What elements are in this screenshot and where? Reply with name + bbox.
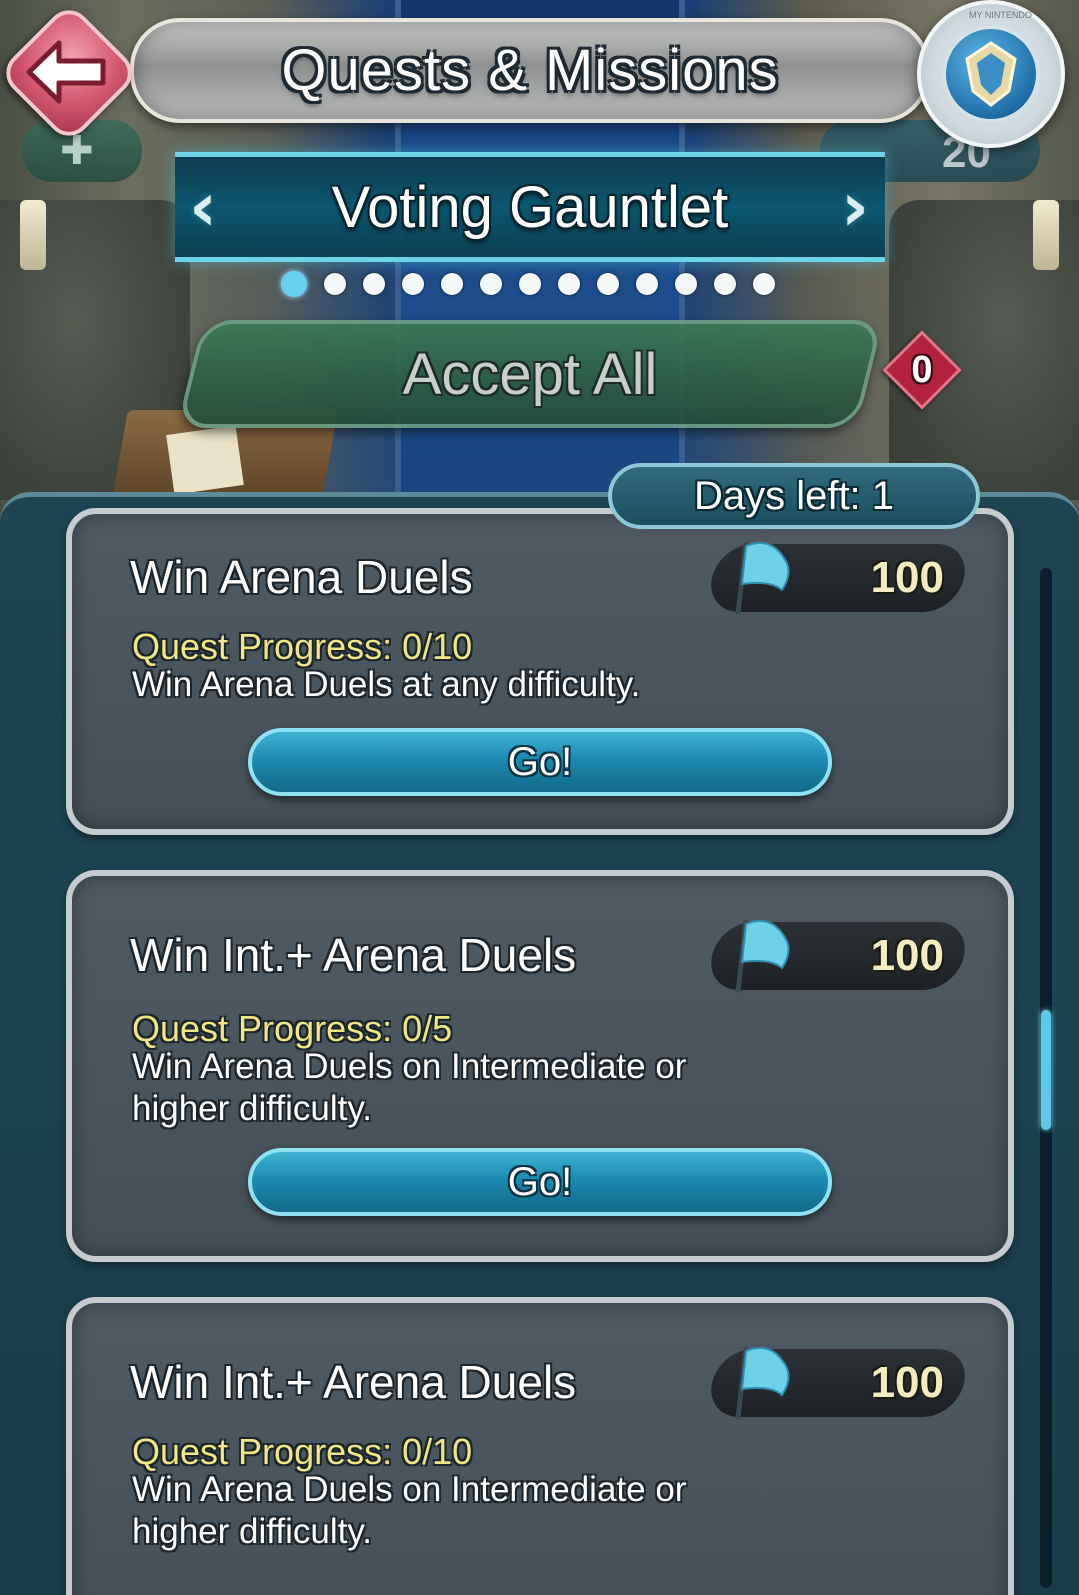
my-nintendo-button[interactable]: MY NINTENDO — [917, 0, 1065, 148]
reward-value: 100 — [870, 931, 944, 980]
candle-right — [1033, 200, 1059, 270]
accept-count: 0 — [911, 348, 933, 391]
next-page-chevron-icon[interactable]: › — [820, 160, 890, 255]
page-dot[interactable] — [281, 271, 307, 297]
page-dot[interactable] — [597, 273, 619, 295]
quest-description: Win Arena Duels on Intermediate or highe… — [132, 1047, 687, 1128]
quest-progress: Quest Progress: 0/10 — [132, 1431, 473, 1472]
scrollbar-thumb[interactable] — [1041, 1010, 1051, 1130]
page-dot[interactable] — [675, 273, 697, 295]
quest-progress: Quest Progress: 0/5 — [132, 1008, 453, 1049]
page-dot[interactable] — [402, 273, 424, 295]
reward-value: 100 — [870, 1358, 944, 1407]
page-title-plate: Quests & Missions — [130, 18, 930, 123]
days-left-badge: Days left: 1 — [608, 463, 980, 529]
nintendo-emblem-icon — [943, 26, 1039, 122]
quest-card: Win Int.+ Arena Duels 100 Quest Progress… — [66, 870, 1014, 1262]
quest-progress: Quest Progress: 0/10 — [132, 626, 473, 667]
background-note — [166, 425, 244, 495]
badge-ring-text: MY NINTENDO — [969, 10, 1032, 20]
go-button[interactable]: Go! — [248, 1148, 832, 1216]
quest-card: Win Int.+ Arena Duels 100 Quest Progress… — [66, 1297, 1014, 1595]
gauntlet-banner: Voting Gauntlet — [175, 152, 885, 262]
quest-title: Win Int.+ Arena Duels — [130, 929, 577, 981]
back-arrow-svg — [26, 40, 106, 104]
page-dot[interactable] — [324, 273, 346, 295]
page-dot[interactable] — [714, 273, 736, 295]
reward-value: 100 — [870, 553, 944, 602]
back-arrow-icon[interactable] — [16, 22, 116, 122]
go-button[interactable]: Go! — [248, 728, 832, 796]
quest-title: Win Int.+ Arena Duels — [130, 1356, 577, 1408]
quest-description: Win Arena Duels at any difficulty. — [132, 665, 641, 704]
page-dot[interactable] — [480, 273, 502, 295]
page-dot[interactable] — [363, 273, 385, 295]
quest-title: Win Arena Duels — [130, 551, 473, 603]
emblem-crest-svg — [965, 41, 1017, 107]
quest-description: Win Arena Duels on Intermediate or highe… — [132, 1470, 687, 1551]
page-title: Quests & Missions — [281, 38, 779, 103]
page-indicator — [281, 271, 775, 297]
page-dot[interactable] — [558, 273, 580, 295]
page-dot[interactable] — [636, 273, 658, 295]
candle-left — [20, 200, 46, 270]
quest-card: Win Arena Duels 100 Quest Progress: 0/10… — [66, 508, 1014, 835]
page-dot[interactable] — [753, 273, 775, 295]
page-dot[interactable] — [519, 273, 541, 295]
accept-all-label[interactable]: Accept All — [190, 320, 870, 428]
previous-page-chevron-icon[interactable]: ‹ — [168, 160, 238, 255]
gauntlet-title: Voting Gauntlet — [331, 174, 729, 240]
page-dot[interactable] — [441, 273, 463, 295]
